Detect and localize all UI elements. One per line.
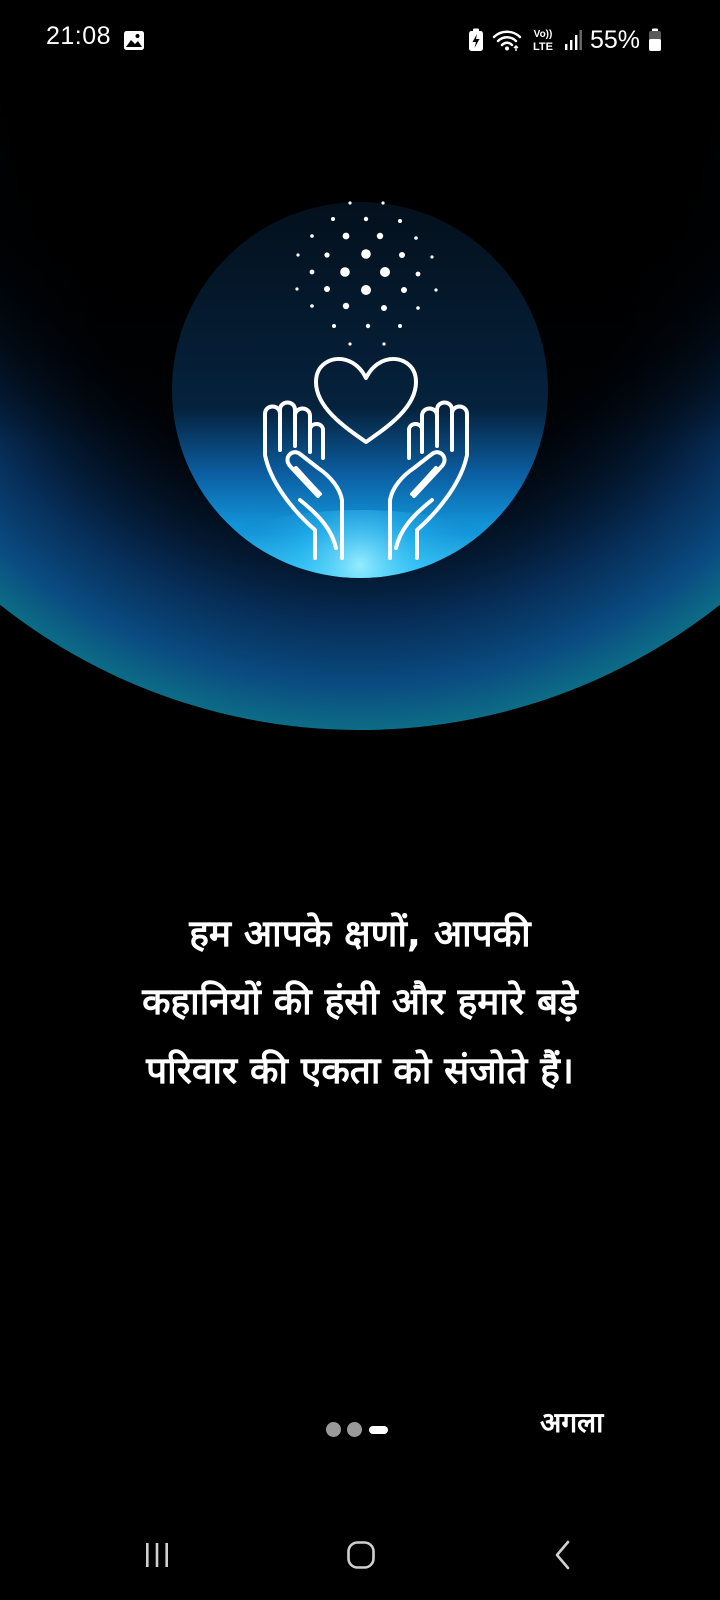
page-dot-1 <box>326 1422 341 1437</box>
next-button[interactable]: अगला <box>530 1398 613 1448</box>
home-button[interactable] <box>331 1532 391 1578</box>
battery-saver-icon <box>468 28 483 51</box>
svg-text:LTE: LTE <box>533 41 553 53</box>
page-indicator <box>326 1422 388 1437</box>
back-icon <box>555 1540 570 1570</box>
gallery-icon <box>124 31 144 50</box>
signal-icon <box>564 30 582 50</box>
hero-illustration <box>0 0 720 730</box>
page-dot-2 <box>347 1422 362 1437</box>
page-dot-current <box>369 1425 388 1434</box>
recent-apps-icon <box>146 1543 168 1567</box>
wifi-icon <box>492 30 522 51</box>
status-time: 21:08 <box>46 22 112 50</box>
volte-icon: Vo)) LTE <box>533 29 553 53</box>
back-button[interactable] <box>533 1532 593 1578</box>
home-icon <box>347 1541 375 1569</box>
status-bar: 21:08 Vo)) LTE 55% <box>0 0 720 80</box>
svg-text:Vo)): Vo)) <box>534 29 553 40</box>
recent-apps-button[interactable] <box>127 1532 187 1578</box>
onboarding-message: हम आपके क्षणों, आपकी कहानियों की हंसी और… <box>142 912 578 1092</box>
status-icons: Vo)) LTE 55% <box>468 22 662 58</box>
navigation-bar <box>0 1510 720 1600</box>
battery-percent: 55% <box>589 25 640 54</box>
battery-icon <box>649 28 661 51</box>
